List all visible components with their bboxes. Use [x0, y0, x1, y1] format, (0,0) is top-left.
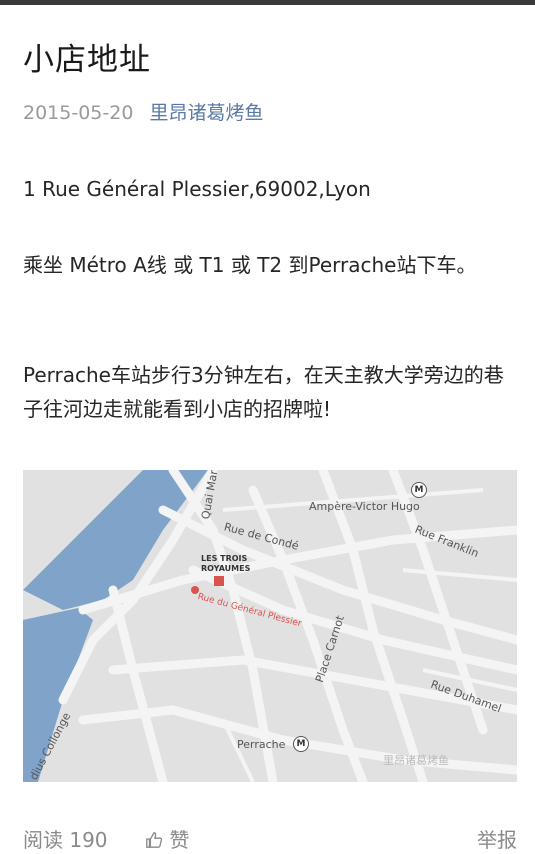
top-bar	[0, 0, 535, 5]
address-paragraph: 1 Rue Général Plessier,69002,Lyon	[23, 177, 371, 201]
read-count: 阅读 190	[23, 828, 108, 852]
shop-logo: LES TROIS ROYAUMES	[201, 554, 251, 573]
report-button[interactable]: 举报	[477, 824, 517, 853]
directions-paragraph: Perrache车站步行3分钟左右，在天主教大学旁边的巷子往河边走就能看到小店的…	[23, 363, 504, 421]
metro-icon-ampere: M	[411, 482, 427, 498]
article-title: 小店地址	[23, 42, 151, 78]
like-button[interactable]: 赞	[145, 824, 189, 853]
article-footer: 阅读 190 赞 举报	[0, 820, 535, 854]
river-lower	[23, 608, 93, 782]
thumb-up-icon	[146, 832, 163, 848]
street-vertical-5	[108, 585, 168, 782]
transit-paragraph: 乘坐 Métro A线 或 T1 或 T2 到Perrache站下车。	[23, 253, 477, 277]
map-image[interactable]: Quai Marée Ampère-Victor Hugo M Rue de C…	[23, 470, 517, 782]
label-ampere: Ampère-Victor Hugo	[309, 500, 420, 513]
article-meta: 2015-05-20 里昂诸葛烤鱼	[23, 98, 263, 125]
label-perrache: Perrache	[237, 738, 286, 751]
street-minor-2	[402, 568, 517, 582]
publish-date: 2015-05-20	[23, 102, 134, 124]
metro-icon-perrache: M	[293, 736, 309, 752]
account-link[interactable]: 里昂诸葛烤鱼	[149, 102, 263, 124]
watermark: 里昂诸葛烤鱼	[383, 754, 449, 767]
shop-marker	[214, 576, 224, 586]
map-graphic	[23, 470, 517, 782]
like-label: 赞	[169, 828, 190, 852]
street-main-2	[108, 655, 517, 715]
